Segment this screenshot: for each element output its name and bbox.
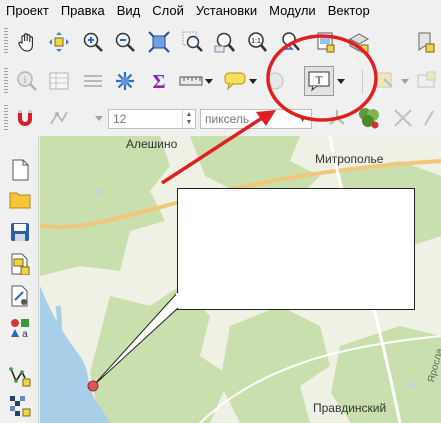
toolbar-grip[interactable] xyxy=(4,105,8,131)
measure-line-icon[interactable] xyxy=(178,68,204,94)
map-tips-icon[interactable] xyxy=(222,68,248,94)
save-project-icon[interactable] xyxy=(8,220,32,244)
style-manager-icon[interactable]: a xyxy=(8,316,32,340)
tracing-icon[interactable] xyxy=(420,105,441,131)
open-attribute-table-icon[interactable] xyxy=(46,68,72,94)
layout-manager-icon[interactable] xyxy=(8,284,32,308)
spinbox-arrows[interactable]: ▲ ▼ xyxy=(182,110,195,128)
svg-text:1:1: 1:1 xyxy=(251,38,261,45)
place-label: Алешино xyxy=(126,137,178,151)
snapping-toolbar: 12 ▲ ▼ пиксель ▼ xyxy=(0,100,441,137)
menu-plugins[interactable]: Модули xyxy=(263,0,322,22)
text-annotation-button[interactable]: T xyxy=(304,66,334,96)
toolbar-grip[interactable] xyxy=(4,68,8,94)
zoom-native-resolution-icon[interactable]: 1:1 xyxy=(244,29,270,55)
svg-text:Σ: Σ xyxy=(152,71,165,92)
menu-view[interactable]: Вид xyxy=(111,0,147,22)
select-dropdown-icon[interactable] xyxy=(398,68,412,94)
zoom-out-icon[interactable] xyxy=(112,29,138,55)
zoom-full-icon[interactable] xyxy=(146,29,172,55)
new-3d-map-view-icon[interactable] xyxy=(346,29,372,55)
data-source-manager-toolbar: a xyxy=(0,136,39,423)
zoom-last-icon[interactable] xyxy=(278,29,304,55)
menu-bar: Проект Правка Вид Слой Установки Модули … xyxy=(0,0,441,22)
avoid-overlap-icon[interactable] xyxy=(390,105,416,131)
map-tips-dropdown-icon[interactable] xyxy=(246,68,260,94)
new-project-icon[interactable] xyxy=(8,158,32,182)
menu-edit[interactable]: Правка xyxy=(55,0,111,22)
snap-to-layer-icon[interactable] xyxy=(46,105,72,131)
chevron-down-icon: ▼ xyxy=(298,114,307,124)
topological-editing-icon[interactable] xyxy=(324,105,350,131)
map-navigation-toolbar: 1:1 xyxy=(0,22,441,63)
place-label: Митрополье xyxy=(315,152,384,166)
menu-settings[interactable]: Установки xyxy=(190,0,263,22)
pan-to-selection-icon[interactable] xyxy=(46,29,72,55)
processing-toolbox-icon[interactable] xyxy=(112,68,138,94)
snapping-units-select[interactable]: пиксель ▼ xyxy=(200,109,312,129)
snap-mode-dropdown-icon[interactable] xyxy=(92,105,106,131)
statistical-summary-icon[interactable] xyxy=(80,68,106,94)
svg-text:T: T xyxy=(316,75,323,87)
identify-features-icon[interactable]: i xyxy=(14,68,40,94)
menu-vector[interactable]: Вектор xyxy=(322,0,376,22)
svg-text:a: a xyxy=(22,329,28,339)
menu-layer[interactable]: Слой xyxy=(146,0,190,22)
field-calculator-icon[interactable]: Σ xyxy=(146,68,172,94)
zoom-in-icon[interactable] xyxy=(80,29,106,55)
new-map-view-icon[interactable] xyxy=(312,29,338,55)
snapping-units-value: пиксель xyxy=(205,112,250,126)
attributes-toolbar: i Σ T xyxy=(0,62,441,101)
new-print-layout-icon[interactable] xyxy=(8,252,32,276)
add-vector-layer-icon[interactable] xyxy=(8,364,32,388)
measure-dropdown-icon[interactable] xyxy=(202,68,216,94)
open-project-icon[interactable] xyxy=(8,188,32,212)
snapping-on-intersection-icon[interactable] xyxy=(356,105,382,131)
place-label: Правдинский xyxy=(313,401,387,415)
enable-snapping-icon[interactable] xyxy=(12,105,38,131)
toolbar-separator xyxy=(362,70,363,94)
new-bookmark-icon[interactable] xyxy=(412,29,438,55)
annotation-dropdown-icon[interactable] xyxy=(334,68,348,94)
zoom-to-layer-icon[interactable] xyxy=(212,29,238,55)
select-features-icon[interactable] xyxy=(372,68,398,94)
annotation-tool-icon[interactable] xyxy=(262,68,288,94)
toolbar-grip[interactable] xyxy=(4,28,8,54)
menu-project[interactable]: Проект xyxy=(0,0,55,22)
svg-text:i: i xyxy=(24,75,27,86)
add-raster-layer-icon[interactable] xyxy=(8,394,32,418)
text-annotation-callout[interactable] xyxy=(177,188,415,310)
snapping-tolerance-spinbox[interactable]: 12 ▲ ▼ xyxy=(108,109,196,129)
select-by-expression-icon[interactable] xyxy=(414,68,440,94)
snapping-tolerance-value: 12 xyxy=(113,112,127,126)
pan-icon[interactable] xyxy=(14,29,40,55)
zoom-to-selection-icon[interactable] xyxy=(180,29,206,55)
text-annotation-icon: T xyxy=(308,71,330,92)
